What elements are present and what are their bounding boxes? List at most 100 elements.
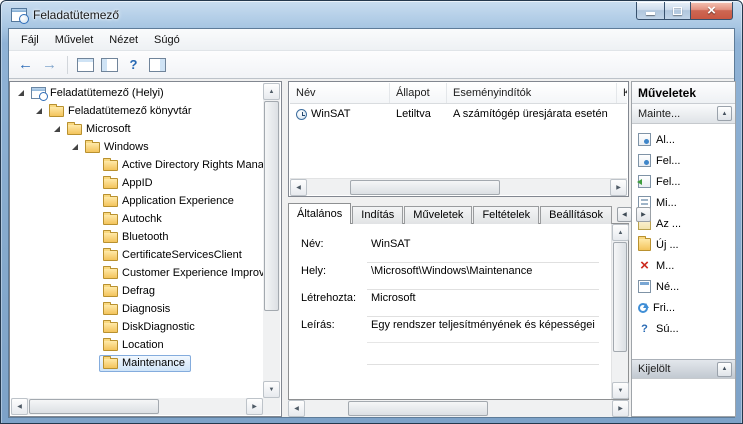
- tree-item[interactable]: Bluetooth: [11, 228, 263, 246]
- details-tab-row: Általános Indítás Műveletek Feltételek Beáll…: [288, 203, 651, 224]
- scroll-down-button[interactable]: [263, 381, 280, 398]
- scroll-down-button[interactable]: [612, 382, 629, 399]
- tree-item[interactable]: Feladatütemező könyvtár: [11, 102, 263, 120]
- scrollbar-thumb[interactable]: [29, 399, 159, 414]
- menu-item-0[interactable]: Fájl: [13, 31, 47, 49]
- column-header-1[interactable]: Állapot: [390, 83, 447, 103]
- tree-item[interactable]: Autochk: [11, 210, 263, 228]
- task-cell: Letiltva: [390, 104, 447, 124]
- console-tree-icon[interactable]: [99, 54, 120, 75]
- back-icon[interactable]: [15, 54, 36, 75]
- task-icon: [638, 154, 651, 167]
- folder-icon: [103, 193, 118, 207]
- folder-icon: [67, 121, 82, 135]
- tree-horizontal-scrollbar[interactable]: [11, 398, 263, 415]
- expanded-icon[interactable]: [15, 90, 27, 96]
- action-pane-icon[interactable]: [147, 54, 168, 75]
- caption-buttons: [636, 2, 733, 20]
- scroll-right-button[interactable]: [612, 400, 629, 417]
- tree-item[interactable]: Feladatütemező (Helyi): [11, 84, 263, 102]
- export-list-icon[interactable]: [75, 54, 96, 75]
- tree-item[interactable]: Active Directory Rights Mana: [11, 156, 263, 174]
- menu-item-3[interactable]: Súgó: [146, 31, 188, 49]
- scrollbar-thumb[interactable]: [264, 101, 279, 311]
- scrollbar-thumb[interactable]: [348, 401, 488, 416]
- action-item[interactable]: Fel...: [632, 150, 735, 171]
- tab-3[interactable]: Feltételek: [473, 206, 540, 224]
- title-bar[interactable]: Feladatütemező: [1, 1, 742, 29]
- tree-item[interactable]: Maintenance: [11, 354, 263, 372]
- scroll-right-button[interactable]: [610, 179, 627, 196]
- tree-item-label: DiskDiagnostic: [122, 321, 195, 333]
- scrollbar-thumb[interactable]: [613, 242, 627, 352]
- details-horizontal-scrollbar[interactable]: [288, 400, 629, 417]
- expanded-icon[interactable]: [69, 144, 81, 150]
- collapse-chevron-icon[interactable]: [717, 106, 732, 121]
- app-window: Feladatütemező FájlMűveletNézetSúgó Fela…: [0, 0, 743, 424]
- scrollbar-thumb[interactable]: [350, 180, 500, 195]
- toolbar: [9, 51, 734, 79]
- scroll-up-button[interactable]: [612, 224, 629, 241]
- tree-item[interactable]: Defrag: [11, 282, 263, 300]
- tree-item[interactable]: Microsoft: [11, 120, 263, 138]
- scroll-right-button[interactable]: [246, 398, 263, 415]
- column-header-3[interactable]: K: [617, 83, 627, 103]
- tree-vertical-scrollbar[interactable]: [263, 83, 280, 398]
- folder-icon: [49, 103, 64, 117]
- action-item[interactable]: Sú...: [632, 318, 735, 339]
- tab-1[interactable]: Indítás: [352, 206, 404, 224]
- expanded-icon[interactable]: [33, 108, 45, 114]
- column-header-2[interactable]: Eseményindítók: [447, 83, 617, 103]
- selected-item-header[interactable]: Kijelölt: [632, 359, 735, 379]
- action-item-label: Al...: [656, 133, 675, 146]
- column-header-0[interactable]: Név: [290, 83, 390, 103]
- action-item[interactable]: Né...: [632, 276, 735, 297]
- tree-item[interactable]: Application Experience: [11, 192, 263, 210]
- task-list-horizontal-scrollbar[interactable]: [290, 178, 627, 196]
- tree-item-content: Windows: [81, 139, 155, 156]
- tree-item-label: CertificateServicesClient: [122, 249, 242, 261]
- field-row: Leírás: Egy rendszer teljesítményének és …: [289, 317, 611, 365]
- forward-icon[interactable]: [39, 54, 60, 75]
- close-button[interactable]: [691, 2, 733, 20]
- actions-group-label: Mainte...: [638, 107, 681, 120]
- tree-item-label: Active Directory Rights Mana: [122, 159, 263, 171]
- action-item[interactable]: Fri...: [632, 297, 735, 318]
- tab-4[interactable]: Beállítások: [540, 206, 612, 224]
- actions-group-header[interactable]: Mainte...: [632, 104, 735, 124]
- tree-item[interactable]: CertificateServicesClient: [11, 246, 263, 264]
- task-row[interactable]: WinSAT Letiltva A számítógép üresjárata es…: [290, 104, 627, 124]
- tab-2[interactable]: Műveletek: [404, 206, 473, 224]
- expanded-icon[interactable]: [51, 126, 63, 132]
- tree-item[interactable]: AppID: [11, 174, 263, 192]
- collapse-chevron-icon[interactable]: [717, 361, 732, 377]
- field-row: Név: WinSAT: [289, 236, 611, 263]
- scroll-left-button[interactable]: [288, 400, 305, 417]
- action-item[interactable]: Új ...: [632, 234, 735, 255]
- tab-0[interactable]: Általános: [288, 203, 352, 224]
- field-row: Létrehozta: Microsoft: [289, 290, 611, 317]
- minimize-button[interactable]: [636, 2, 664, 20]
- action-item[interactable]: M...: [632, 255, 735, 276]
- action-item[interactable]: Fel...: [632, 171, 735, 192]
- details-tabs: Általános Indítás Műveletek Feltételek Beáll…: [288, 203, 613, 224]
- tree-item[interactable]: DiskDiagnostic: [11, 318, 263, 336]
- help-icon[interactable]: [123, 54, 144, 75]
- tree-item[interactable]: Customer Experience Improv: [11, 264, 263, 282]
- tab-scroll-right-button[interactable]: [635, 207, 651, 222]
- window-title: Feladatütemező: [33, 8, 120, 22]
- scroll-up-button[interactable]: [263, 83, 280, 100]
- tree-item[interactable]: Windows: [11, 138, 263, 156]
- scroll-left-button[interactable]: [290, 179, 307, 196]
- menu-item-1[interactable]: Művelet: [47, 31, 102, 49]
- tree-item-content: Bluetooth: [99, 229, 174, 246]
- tab-scroll-left-button[interactable]: [616, 207, 632, 222]
- tree-item[interactable]: Location: [11, 336, 263, 354]
- details-vertical-scrollbar[interactable]: [611, 224, 629, 399]
- tree-item[interactable]: Diagnosis: [11, 300, 263, 318]
- maximize-button[interactable]: [664, 2, 691, 20]
- task-cell: WinSAT: [290, 104, 390, 124]
- scroll-left-button[interactable]: [11, 398, 28, 415]
- menu-item-2[interactable]: Nézet: [101, 31, 146, 49]
- action-item[interactable]: Al...: [632, 129, 735, 150]
